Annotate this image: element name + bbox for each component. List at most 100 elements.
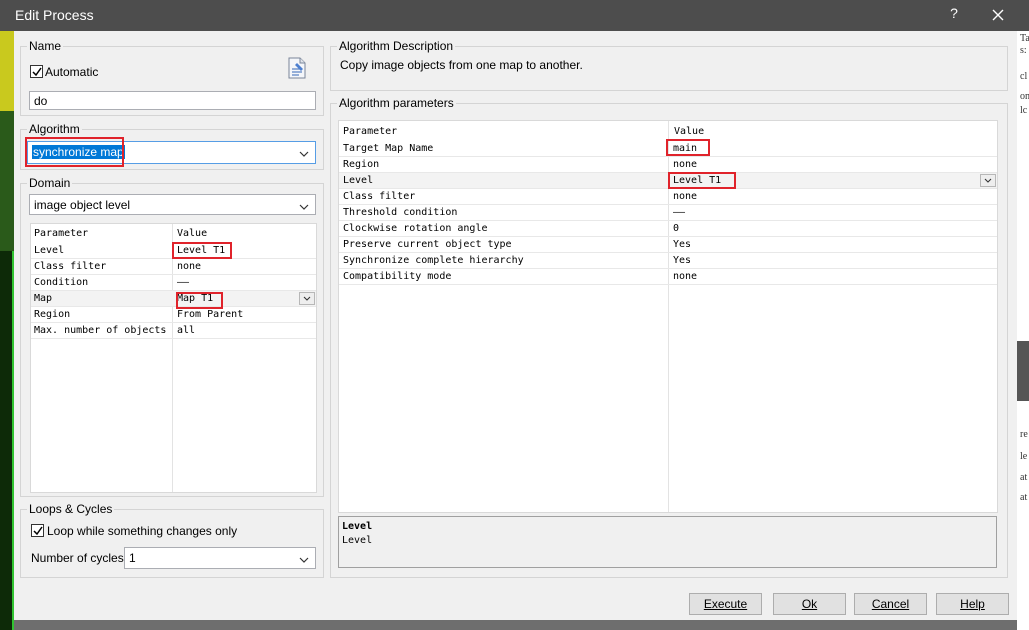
table-row[interactable]: Level Level T1 — [339, 173, 997, 189]
row-dropdown-button[interactable] — [980, 174, 996, 187]
param-name: Synchronize complete hierarchy — [343, 255, 524, 266]
param-name: Clockwise rotation angle — [343, 223, 488, 234]
algorithm-group-label: Algorithm — [27, 122, 82, 136]
algorithm-selected-value: synchronize map — [32, 145, 125, 159]
cancel-button-label: Cancel — [871, 597, 910, 611]
checkmark-icon — [32, 67, 42, 77]
table-row[interactable]: Compatibility mode none — [339, 269, 997, 285]
param-value: all — [177, 325, 196, 336]
row-dropdown-button[interactable] — [299, 292, 315, 305]
parameters-group-label: Algorithm parameters — [337, 96, 456, 110]
algorithm-description-text: Copy image objects from one map to anoth… — [340, 58, 583, 72]
param-name: Class filter — [34, 261, 107, 272]
param-value: main — [673, 143, 698, 154]
chevron-down-icon — [303, 296, 311, 301]
help-question-button[interactable]: ? — [944, 5, 964, 25]
param-name: Compatibility mode — [343, 271, 452, 282]
description-group-label: Algorithm Description — [337, 39, 456, 53]
param-value: none — [673, 271, 698, 282]
param-value: none — [673, 159, 698, 170]
param-name: Preserve current object type — [343, 239, 512, 250]
table-row[interactable]: Preserve current object type Yes — [339, 237, 997, 253]
domain-group-label: Domain — [27, 176, 73, 190]
automatic-label: Automatic — [45, 65, 99, 79]
loops-group-label: Loops & Cycles — [27, 502, 115, 516]
param-name: Target Map Name — [343, 143, 434, 154]
grid-header-param: Parameter — [343, 126, 398, 137]
table-row[interactable]: Class filter none — [339, 189, 997, 205]
checkmark-icon — [33, 526, 43, 536]
table-row[interactable]: Max. number of objects all — [31, 323, 316, 339]
automatic-checkbox[interactable] — [30, 65, 43, 78]
param-name: Level — [34, 245, 65, 256]
chevron-down-icon — [299, 146, 309, 162]
page-edit-icon[interactable] — [286, 56, 308, 80]
help-panel-text: Level — [342, 535, 373, 546]
param-name: Map — [34, 293, 53, 304]
chevron-down-icon — [299, 552, 309, 568]
domain-select[interactable]: image object level — [29, 194, 316, 215]
table-row[interactable]: Synchronize complete hierarchy Yes — [339, 253, 997, 269]
background-app-right: Ta s: cl on lc re le at at — [1017, 31, 1029, 630]
background-fragment: s: — [1020, 45, 1027, 56]
background-fragment: at — [1020, 472, 1028, 483]
chevron-down-icon — [299, 199, 309, 215]
param-value: Yes — [673, 239, 692, 250]
param-value: Level T1 — [177, 245, 226, 256]
grid-header-value: Value — [177, 228, 208, 239]
loop-checkbox[interactable] — [31, 524, 44, 537]
algorithm-parameter-grid[interactable]: Parameter Value Target Map Name main Reg… — [338, 120, 998, 513]
table-row[interactable]: Map Map T1 — [31, 291, 316, 307]
table-row[interactable]: Class filter none — [31, 259, 316, 275]
execute-button-label: Execute — [703, 597, 748, 611]
close-icon — [992, 9, 1004, 21]
background-fragment: Ta — [1020, 33, 1029, 44]
table-row[interactable]: Threshold condition —— — [339, 205, 997, 221]
cycles-value: 1 — [129, 551, 136, 565]
param-value: —— — [673, 207, 686, 218]
table-row[interactable]: Condition —— — [31, 275, 316, 291]
table-row[interactable]: Region none — [339, 157, 997, 173]
help-panel-title: Level — [342, 521, 373, 532]
param-name: Condition — [34, 277, 89, 288]
param-value: From Parent — [177, 309, 244, 320]
grid-header-row: Parameter Value — [339, 124, 997, 140]
ok-button[interactable]: Ok — [773, 593, 846, 615]
background-fragment: cl — [1020, 71, 1028, 82]
param-value: none — [673, 191, 698, 202]
param-value: none — [177, 261, 202, 272]
table-row[interactable]: Target Map Name main — [339, 141, 997, 157]
background-fragment: le — [1020, 451, 1028, 462]
ok-button-label: Ok — [801, 597, 818, 611]
loop-label: Loop while something changes only — [47, 524, 238, 538]
table-row[interactable]: Region From Parent — [31, 307, 316, 323]
param-value: Level T1 — [673, 175, 722, 186]
param-name: Class filter — [343, 191, 416, 202]
background-fragment: on — [1020, 91, 1029, 102]
algorithm-select[interactable]: synchronize map — [27, 141, 316, 164]
param-value: 0 — [673, 223, 680, 234]
number-of-cycles-label: Number of cycles — [31, 551, 124, 565]
help-button-label: Help — [960, 597, 985, 611]
execute-button[interactable]: Execute — [689, 593, 762, 615]
background-fragment: lc — [1020, 105, 1028, 116]
grid-header-value: Value — [674, 126, 705, 137]
param-value: Yes — [673, 255, 692, 266]
param-name: Max. number of objects — [34, 325, 167, 336]
process-name-input[interactable]: do — [29, 91, 316, 110]
table-row[interactable]: Clockwise rotation angle 0 — [339, 221, 997, 237]
number-of-cycles-select[interactable]: 1 — [124, 547, 316, 569]
close-button[interactable] — [986, 3, 1010, 27]
title-bar: Edit Process ? — [0, 0, 1029, 31]
grid-header-param: Parameter — [34, 228, 89, 239]
param-name: Region — [34, 309, 71, 320]
window-title: Edit Process — [15, 7, 94, 23]
table-row[interactable]: Level Level T1 — [31, 243, 316, 259]
param-value: Map T1 — [177, 293, 214, 304]
algorithm-description-group: Algorithm Description Copy image objects… — [330, 39, 1008, 91]
cancel-button[interactable]: Cancel — [854, 593, 927, 615]
background-fragment: at — [1020, 492, 1028, 503]
domain-parameter-grid[interactable]: Parameter Value Level Level T1 Class fil… — [30, 223, 317, 493]
help-button[interactable]: Help — [936, 593, 1009, 615]
domain-selected-value: image object level — [34, 198, 131, 212]
